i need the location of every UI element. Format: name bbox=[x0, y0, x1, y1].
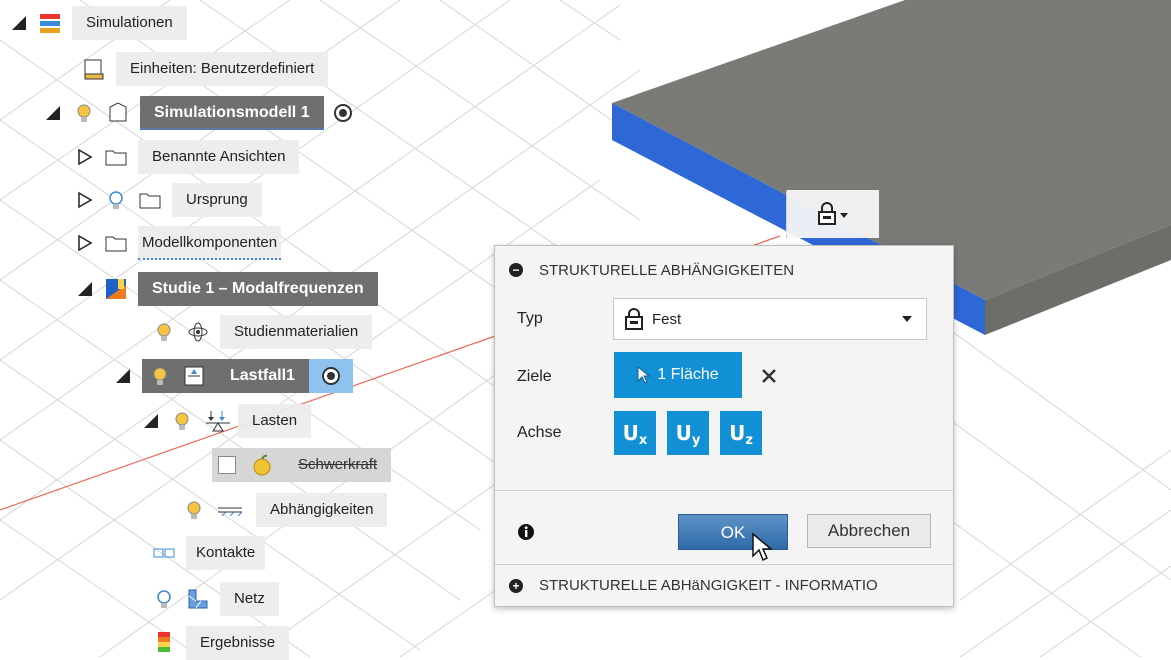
folder-icon bbox=[104, 145, 128, 169]
expand-triangle-icon[interactable] bbox=[114, 367, 132, 385]
simulation-icon bbox=[38, 11, 62, 35]
tree-node-loads[interactable]: Lasten bbox=[142, 404, 312, 438]
tree-node-simulations[interactable]: Simulationen bbox=[10, 6, 187, 40]
tree-label: Abhängigkeiten bbox=[256, 493, 388, 527]
type-dropdown[interactable]: Fest bbox=[613, 298, 927, 340]
tree-node-mesh[interactable]: Netz bbox=[152, 582, 279, 616]
materials-icon bbox=[186, 320, 210, 344]
expand-triangle-icon[interactable] bbox=[76, 280, 94, 298]
cursor-arrow-icon bbox=[637, 366, 651, 384]
tree-node-origin[interactable]: Ursprung bbox=[76, 183, 262, 217]
tree-label: Studienmaterialien bbox=[220, 315, 373, 349]
info-icon[interactable] bbox=[517, 523, 535, 541]
clear-selection-x-icon[interactable] bbox=[761, 368, 777, 384]
collapse-triangle-icon[interactable] bbox=[76, 148, 94, 166]
axis-sub: z bbox=[745, 433, 753, 448]
type-label: Typ bbox=[517, 310, 543, 327]
tree-node-units[interactable]: Einheiten: Benutzerdefiniert bbox=[82, 52, 329, 86]
expand-triangle-icon[interactable] bbox=[44, 104, 62, 122]
axis-letter: U bbox=[622, 421, 639, 445]
axis-letter: U bbox=[675, 421, 692, 445]
dialog-header[interactable]: − STRUKTURELLE ABHÄNGIGKEITEN bbox=[495, 246, 953, 294]
loads-icon bbox=[204, 409, 230, 433]
lightbulb-icon[interactable] bbox=[104, 188, 128, 212]
tree-label: Lasten bbox=[238, 404, 312, 438]
tree-node-results[interactable]: Ergebnisse bbox=[152, 626, 290, 660]
activate-radio-highlight[interactable] bbox=[308, 359, 353, 393]
tree-node-loadcase[interactable]: Lastfall1 bbox=[114, 359, 353, 393]
expand-plus-icon[interactable]: + bbox=[509, 578, 523, 593]
constraint-icon bbox=[216, 498, 246, 522]
tree-label: Schwerkraft bbox=[298, 456, 378, 473]
chevron-down-icon bbox=[902, 316, 912, 322]
gravity-row: Schwerkraft bbox=[212, 448, 392, 482]
padlock-icon bbox=[625, 308, 643, 330]
axis-uy-toggle[interactable]: Uy bbox=[667, 411, 709, 455]
tree-node-named-views[interactable]: Benannte Ansichten bbox=[76, 140, 300, 174]
tree-label: Netz bbox=[220, 582, 279, 616]
loadcase-icon bbox=[182, 364, 206, 388]
tree-node-simulation-model[interactable]: Simulationsmodell 1 bbox=[44, 96, 352, 130]
tree-node-gravity[interactable]: Schwerkraft bbox=[212, 448, 392, 482]
tree-label: Kontakte bbox=[186, 536, 266, 570]
tree-label: Ergebnisse bbox=[186, 626, 290, 660]
info-section-header[interactable]: + STRUKTURELLE ABHäNGIGKEIT - INFORMATIO bbox=[495, 564, 953, 606]
mesh-icon bbox=[186, 587, 210, 611]
lightbulb-icon[interactable] bbox=[170, 409, 194, 433]
tree-label: Benannte Ansichten bbox=[138, 140, 300, 174]
tree-node-study-materials[interactable]: Studienmaterialien bbox=[152, 315, 373, 349]
apple-icon bbox=[250, 453, 274, 477]
tree-label: Modellkomponenten bbox=[138, 226, 282, 260]
activate-radio[interactable] bbox=[333, 104, 352, 122]
collapse-minus-icon[interactable]: − bbox=[509, 263, 523, 277]
axis-label: Achse bbox=[517, 424, 562, 441]
targets-label: Ziele bbox=[517, 368, 552, 385]
axis-uz-toggle[interactable]: Uz bbox=[720, 411, 762, 455]
tree-label: Ursprung bbox=[172, 183, 262, 217]
collapse-triangle-icon[interactable] bbox=[76, 234, 94, 252]
lightbulb-icon[interactable] bbox=[152, 587, 176, 611]
lightbulb-icon[interactable] bbox=[152, 320, 176, 344]
axis-sub: y bbox=[691, 433, 701, 448]
padlock-icon bbox=[818, 202, 848, 225]
targets-selection-button[interactable]: 1 Fläche bbox=[614, 352, 742, 398]
results-icon bbox=[152, 631, 176, 655]
tree-label: Einheiten: Benutzerdefiniert bbox=[116, 52, 329, 86]
contacts-icon bbox=[152, 541, 176, 565]
units-icon bbox=[82, 57, 106, 81]
expand-triangle-icon[interactable] bbox=[142, 412, 160, 430]
tree-label: Simulationsmodell 1 bbox=[140, 96, 324, 130]
tree-label: Simulationen bbox=[72, 6, 187, 40]
tree-node-model-components[interactable]: Modellkomponenten bbox=[76, 226, 282, 260]
folder-icon bbox=[138, 188, 162, 212]
type-value: Fest bbox=[652, 310, 682, 328]
axis-ux-toggle[interactable]: Ux bbox=[614, 411, 656, 455]
lightbulb-icon[interactable] bbox=[182, 498, 206, 522]
collapse-triangle-icon[interactable] bbox=[76, 191, 94, 209]
tree-label: Studie 1 – Modalfrequenzen bbox=[138, 272, 378, 306]
folder-icon bbox=[104, 231, 128, 255]
tree-node-study[interactable]: Studie 1 – Modalfrequenzen bbox=[76, 272, 378, 306]
info-section-title: STRUKTURELLE ABHäNGIGKEIT - INFORMATIO bbox=[539, 577, 878, 594]
divider bbox=[495, 490, 953, 491]
dialog-title: STRUKTURELLE ABHÄNGIGKEITEN bbox=[539, 261, 795, 279]
model-icon bbox=[106, 101, 130, 125]
tree-node-constraints[interactable]: Abhängigkeiten bbox=[182, 493, 388, 527]
tree-label: Lastfall1 bbox=[230, 367, 295, 384]
modal-study-icon bbox=[104, 277, 128, 301]
cancel-button[interactable]: Abbrechen bbox=[807, 514, 931, 548]
expand-triangle-icon[interactable] bbox=[10, 14, 28, 32]
lightbulb-icon[interactable] bbox=[72, 101, 96, 125]
loadcase-highlight: Lastfall1 bbox=[142, 359, 309, 393]
structural-constraints-dialog: − STRUKTURELLE ABHÄNGIGKEITEN Typ Fest Z… bbox=[494, 245, 954, 607]
lightbulb-icon[interactable] bbox=[148, 364, 172, 388]
constraint-glyph[interactable] bbox=[786, 190, 879, 238]
gravity-checkbox[interactable] bbox=[218, 456, 236, 474]
activate-radio[interactable] bbox=[321, 367, 340, 385]
axis-sub: x bbox=[638, 433, 648, 448]
tree-node-contacts[interactable]: Kontakte bbox=[152, 536, 266, 570]
mouse-cursor-icon bbox=[752, 532, 774, 562]
axis-letter: U bbox=[729, 421, 746, 445]
targets-value: 1 Fläche bbox=[657, 366, 719, 383]
